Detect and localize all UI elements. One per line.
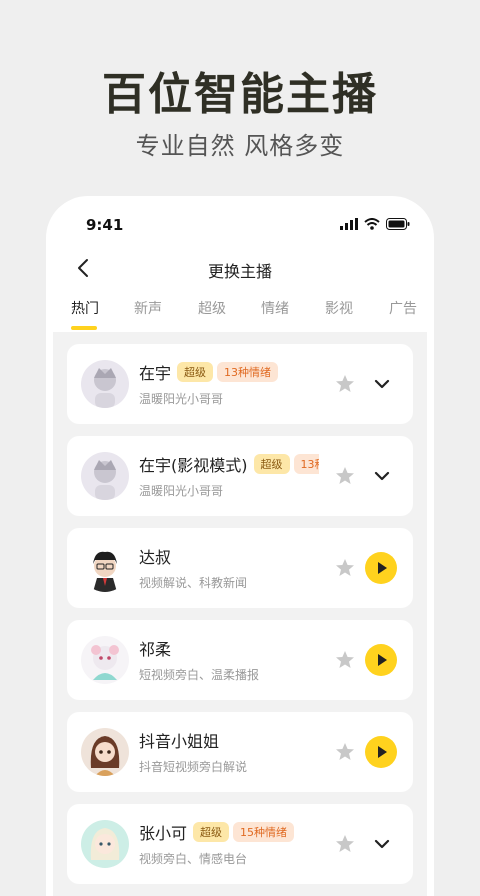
tab-super[interactable]: 超级 xyxy=(198,298,226,318)
voice-description: 抖音短视频旁白解说 xyxy=(139,760,248,774)
voice-name: 在宇(影视模式) xyxy=(139,456,248,475)
voice-card[interactable]: 达叔 视频解说、科教新闻 xyxy=(67,528,413,608)
tab-new[interactable]: 新声 xyxy=(134,298,162,318)
voice-list: 在宇 超级 13种情绪 温暖阳光小哥哥 在宇(影视模式) 超级 13种情绪 温暖… xyxy=(53,332,427,896)
play-button[interactable] xyxy=(365,736,397,768)
voice-card[interactable]: 在宇(影视模式) 超级 13种情绪 温暖阳光小哥哥 xyxy=(67,436,413,516)
tab-emotion[interactable]: 情绪 xyxy=(261,298,289,318)
voice-card[interactable]: 在宇 超级 13种情绪 温暖阳光小哥哥 xyxy=(67,344,413,424)
tab-ad[interactable]: 广告 xyxy=(389,298,417,318)
voice-name: 抖音小姐姐 xyxy=(139,732,220,751)
star-icon[interactable] xyxy=(335,650,355,670)
badge-emotion: 13种情绪 xyxy=(293,454,319,474)
voice-description: 短视频旁白、温柔播报 xyxy=(139,668,260,682)
avatar xyxy=(81,544,129,592)
avatar xyxy=(81,728,129,776)
play-icon xyxy=(378,746,387,758)
voice-name: 祁柔 xyxy=(139,640,172,659)
badge-super: 超级 xyxy=(193,822,230,842)
voice-card[interactable]: 张小可 超级 15种情绪 视频旁白、情感电台 xyxy=(67,804,413,884)
voice-name: 达叔 xyxy=(139,548,172,567)
star-icon[interactable] xyxy=(335,834,355,854)
voice-description: 温暖阳光小哥哥 xyxy=(139,392,224,406)
avatar xyxy=(81,452,129,500)
avatar xyxy=(81,360,129,408)
voice-card[interactable]: 祁柔 短视频旁白、温柔播报 xyxy=(67,620,413,700)
battery-icon xyxy=(386,218,410,230)
signal-icon xyxy=(340,218,358,230)
star-icon[interactable] xyxy=(335,466,355,486)
category-tabs: 热门 新声 超级 情绪 影视 广告 xyxy=(46,298,434,332)
hero-subtitle: 专业自然 风格多变 xyxy=(135,132,345,160)
badge-emotion: 13种情绪 xyxy=(217,362,279,382)
status-icons xyxy=(340,218,410,230)
tab-film[interactable]: 影视 xyxy=(325,298,353,318)
wifi-icon xyxy=(364,218,380,230)
voice-name-row: 在宇 超级 13种情绪 xyxy=(139,360,319,384)
badge-super: 超级 xyxy=(177,362,214,382)
avatar xyxy=(81,820,129,868)
voice-name-row: 达叔 xyxy=(139,544,319,568)
voice-name-row: 张小可 超级 15种情绪 xyxy=(139,820,319,844)
voice-description: 温暖阳光小哥哥 xyxy=(139,484,224,498)
voice-name: 张小可 xyxy=(139,824,188,843)
page-title: 更换主播 xyxy=(207,262,272,281)
play-icon xyxy=(378,654,387,666)
star-icon[interactable] xyxy=(335,558,355,578)
hero-title: 百位智能主播 xyxy=(102,69,378,120)
voice-card[interactable]: 抖音小姐姐 抖音短视频旁白解说 xyxy=(67,712,413,792)
play-icon xyxy=(378,562,387,574)
active-tab-indicator xyxy=(71,326,97,330)
tab-hot[interactable]: 热门 xyxy=(71,298,99,318)
chevron-down-icon[interactable] xyxy=(372,834,392,854)
status-bar: 9:41 xyxy=(46,214,434,238)
chevron-down-icon[interactable] xyxy=(372,466,392,486)
nav-bar: 更换主播 xyxy=(46,252,434,286)
star-icon[interactable] xyxy=(335,374,355,394)
avatar xyxy=(81,636,129,684)
status-time: 9:41 xyxy=(86,216,124,234)
chevron-down-icon[interactable] xyxy=(372,374,392,394)
voice-name: 在宇 xyxy=(139,364,172,383)
voice-name-row: 抖音小姐姐 xyxy=(139,728,319,752)
play-button[interactable] xyxy=(365,552,397,584)
voice-description: 视频解说、科教新闻 xyxy=(139,576,248,590)
star-icon[interactable] xyxy=(335,742,355,762)
badge-emotion: 15种情绪 xyxy=(233,822,295,842)
phone-mockup: 9:41 更换主播 热门 新声 超级 情绪 影视 广告 在宇 超级 13种情绪 … xyxy=(46,196,434,896)
voice-name-row: 在宇(影视模式) 超级 13种情绪 xyxy=(139,452,319,476)
voice-name-row: 祁柔 xyxy=(139,636,319,660)
play-button[interactable] xyxy=(365,644,397,676)
badge-super: 超级 xyxy=(253,454,290,474)
